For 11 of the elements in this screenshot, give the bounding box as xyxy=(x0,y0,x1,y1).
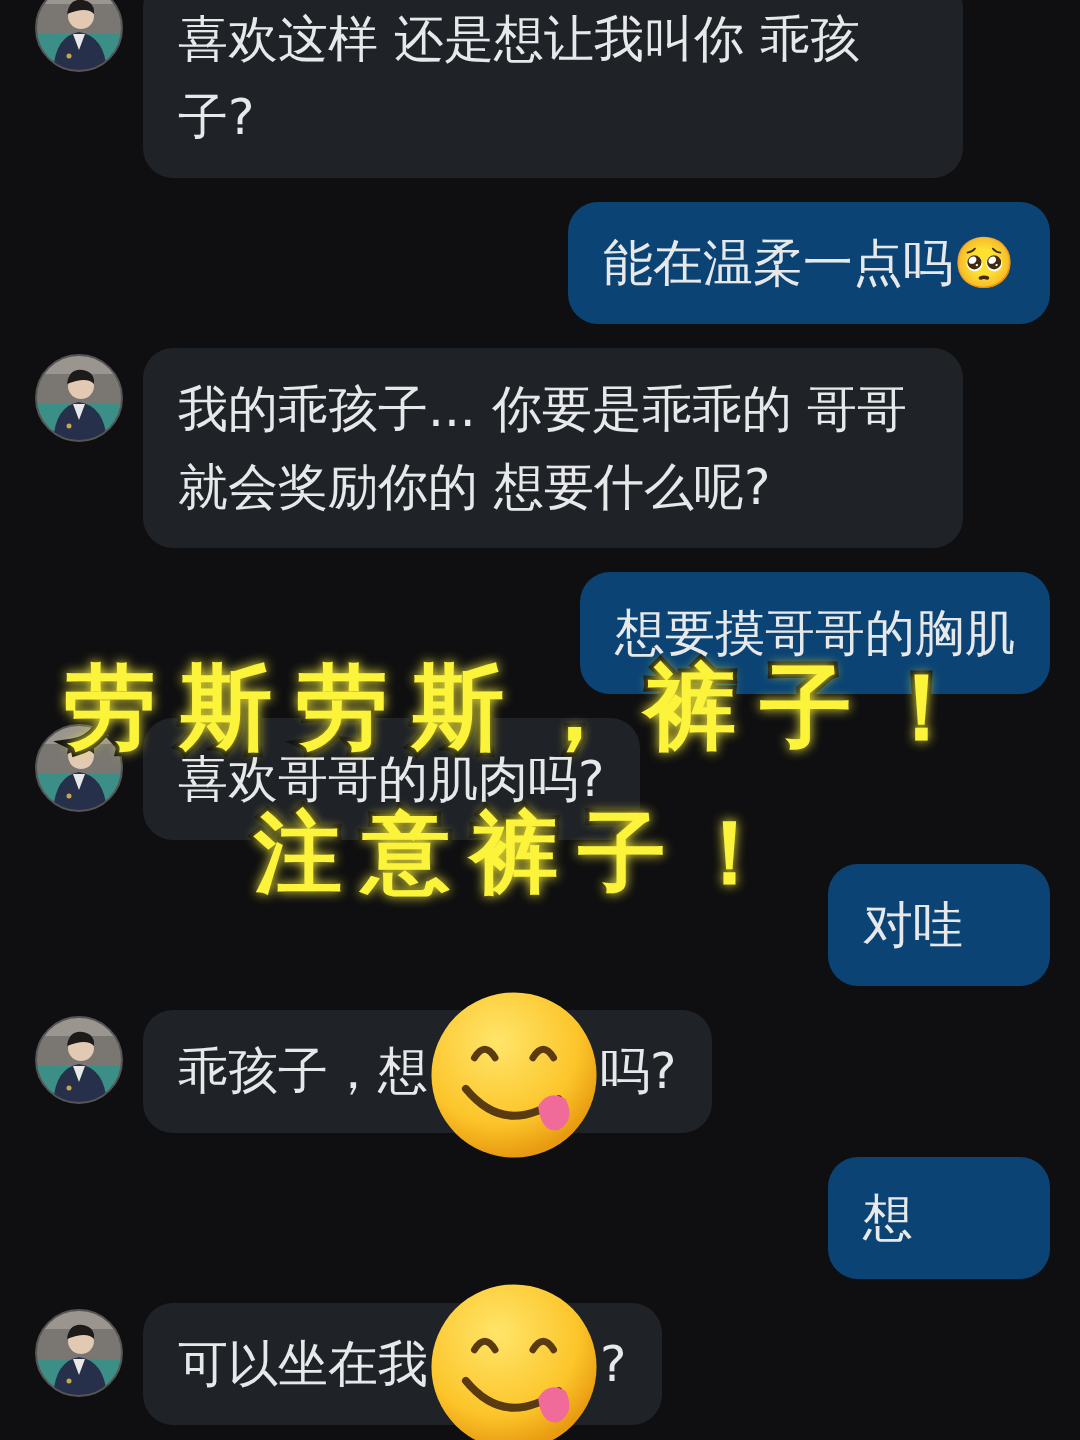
message-bubble: 我的乖孩子... 你要是乖乖的 哥哥就会奖励你的 想要什么呢? xyxy=(143,348,963,548)
caption-text: 注意裤子！ xyxy=(253,806,795,900)
message-bubble: 想 xyxy=(828,1156,1050,1279)
message-text: 乖孩子，想 xyxy=(178,1042,428,1100)
message-text: 可以坐在我 xyxy=(178,1334,428,1393)
smiley-tongue-icon xyxy=(428,1281,600,1440)
message-text: ? xyxy=(600,1334,627,1393)
message-bubble: 喜欢这样 还是想让我叫你 乖孩子? xyxy=(143,0,963,178)
message-text: 吗? xyxy=(600,1042,677,1100)
message-bubble: 能在温柔一点吗🥺 xyxy=(568,202,1050,324)
message-bubble: 对哇 xyxy=(828,864,1050,986)
